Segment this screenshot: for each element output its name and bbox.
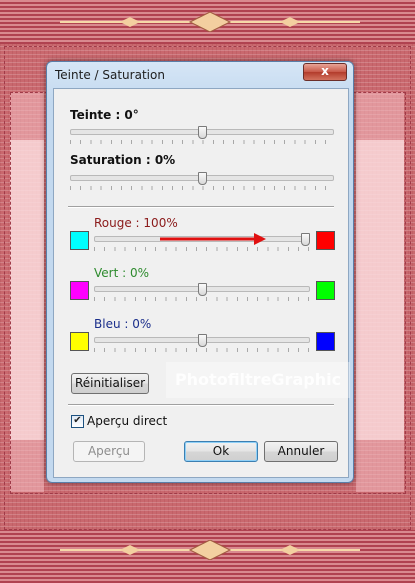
red-swatch (316, 231, 335, 250)
hue-slider-ticks (70, 140, 334, 144)
green-slider[interactable] (94, 283, 310, 303)
saturation-slider-thumb[interactable] (198, 172, 207, 185)
preview-direct-checkbox[interactable]: ✔ (71, 415, 84, 428)
dialog-titlebar[interactable]: Teinte / Saturation x (47, 62, 353, 86)
arrow-annotation-icon (160, 233, 266, 245)
blue-label: Bleu : 0% (94, 317, 152, 331)
cancel-button[interactable]: Annuler (264, 441, 338, 462)
green-swatch (316, 281, 335, 300)
blue-swatch (316, 332, 335, 351)
preview-button[interactable]: Aperçu (73, 441, 145, 462)
separator-top (68, 206, 334, 208)
saturation-slider[interactable] (70, 172, 334, 192)
red-label: Rouge : 100% (94, 216, 178, 230)
red-slider-thumb[interactable] (301, 233, 310, 246)
hue-label: Teinte : 0° (70, 108, 139, 122)
hue-slider[interactable] (70, 126, 334, 146)
ok-button[interactable]: Ok (184, 441, 258, 462)
cyan-swatch (70, 231, 89, 250)
dialog-title: Teinte / Saturation (55, 68, 165, 82)
reset-button[interactable]: Réinitialiser (71, 373, 149, 394)
checkmark-icon: ✔ (73, 415, 82, 426)
close-button[interactable]: x (303, 63, 347, 81)
yellow-swatch (70, 332, 89, 351)
saturation-slider-ticks (70, 186, 334, 190)
top-ornament (60, 12, 360, 32)
saturation-label: Saturation : 0% (70, 153, 176, 167)
dialog-client-area: Teinte : 0° Saturation : 0% Rouge : 100% (53, 88, 349, 478)
blue-slider-ticks (94, 348, 310, 352)
close-icon: x (321, 64, 329, 78)
magenta-swatch (70, 281, 89, 300)
hue-slider-thumb[interactable] (198, 126, 207, 139)
separator-bottom (68, 404, 334, 406)
hue-saturation-dialog: Teinte / Saturation x Teinte : 0° Satura… (46, 61, 354, 483)
green-slider-thumb[interactable] (198, 283, 207, 296)
green-slider-ticks (94, 297, 310, 301)
watermark: PhotofiltreGraphic (166, 362, 350, 398)
preview-direct-label[interactable]: Aperçu direct (87, 414, 167, 428)
blue-slider-thumb[interactable] (198, 334, 207, 347)
bottom-ornament (60, 540, 360, 560)
green-label: Vert : 0% (94, 266, 150, 280)
blue-slider[interactable] (94, 334, 310, 354)
red-slider-ticks (94, 247, 310, 251)
